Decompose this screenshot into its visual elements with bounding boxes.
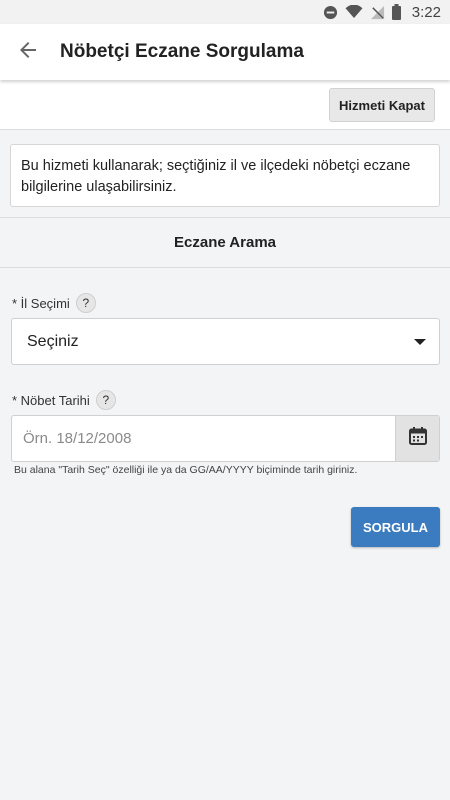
info-box: Bu hizmeti kullanarak; seçtiğiniz il ve … — [10, 144, 440, 207]
status-bar: 3:22 — [0, 0, 450, 24]
no-signal-icon — [370, 5, 385, 20]
query-button[interactable]: SORGULA — [351, 507, 440, 547]
province-help-button[interactable]: ? — [75, 293, 96, 313]
chevron-down-icon — [414, 339, 426, 345]
date-hint: Bu alana "Tarih Seç" özelliği ile ya da … — [14, 464, 358, 476]
date-label-row: * Nöbet Tarihi ? — [12, 390, 116, 410]
province-selected-value: Seçiniz — [27, 332, 79, 350]
battery-icon — [391, 4, 401, 20]
arrow-left-icon — [16, 38, 40, 67]
status-time: 3:22 — [411, 3, 441, 21]
section-title: Eczane Arama — [0, 217, 450, 268]
close-service-button[interactable]: Hizmeti Kapat — [329, 88, 435, 122]
action-strip: Hizmeti Kapat — [0, 80, 450, 130]
province-label: * İl Seçimi — [12, 295, 70, 311]
province-select[interactable]: Seçiniz — [11, 318, 440, 365]
do-not-disturb-icon — [323, 5, 338, 20]
wifi-icon — [345, 5, 363, 19]
province-label-row: * İl Seçimi ? — [12, 293, 96, 313]
date-label: * Nöbet Tarihi — [12, 392, 90, 408]
page-title: Nöbetçi Eczane Sorgulama — [60, 41, 304, 62]
date-help-button[interactable]: ? — [95, 390, 116, 410]
app-bar: Nöbetçi Eczane Sorgulama — [0, 24, 450, 80]
date-input[interactable] — [12, 416, 396, 461]
calendar-button[interactable] — [395, 416, 439, 461]
back-button[interactable] — [0, 24, 56, 80]
date-field — [11, 415, 440, 462]
calendar-icon — [408, 426, 428, 451]
